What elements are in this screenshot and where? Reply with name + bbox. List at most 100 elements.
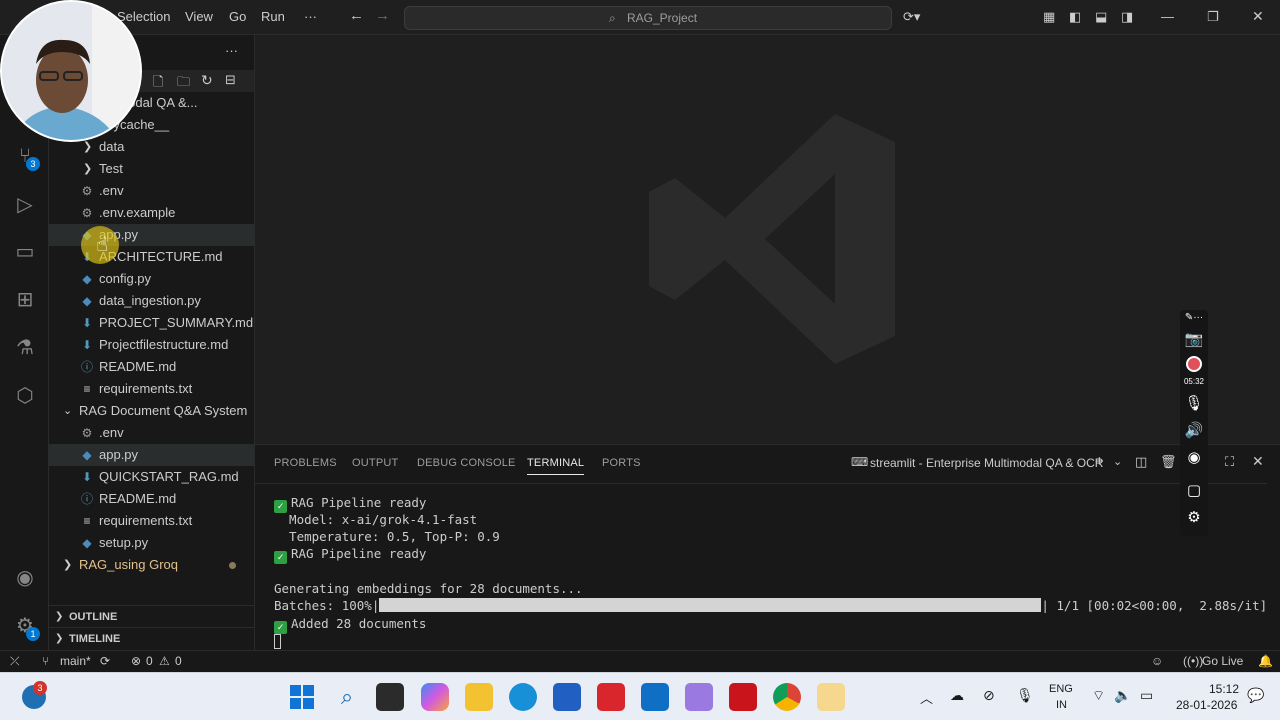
chevron-down-icon[interactable]: ⌄ <box>1113 455 1122 468</box>
copilot-icon[interactable]: ⟳▾ <box>903 9 920 25</box>
command-center-search[interactable]: ⌕ RAG_Project <box>404 6 892 30</box>
microphone-icon[interactable]: 🎙 <box>1180 394 1208 412</box>
tree-item[interactable]: ❯ RAG_using Groq <box>49 554 254 576</box>
tree-item[interactable]: ◆app.py <box>49 444 254 466</box>
tree-item[interactable]: ≡ requirements.txt <box>49 378 254 400</box>
tree-item[interactable]: ⚙ .env <box>49 422 254 444</box>
snipping-tool-icon[interactable] <box>817 683 845 711</box>
tree-item[interactable]: ⓘ README.md <box>49 488 254 510</box>
menu-more[interactable]: ··· <box>304 9 317 24</box>
tree-item[interactable]: ⬇ Projectfilestructure.md <box>49 334 254 356</box>
tree-item[interactable]: ⚙ .env.example <box>49 202 254 224</box>
tab-output[interactable]: OUTPUT <box>352 457 398 469</box>
tree-item[interactable]: ⚙ .env <box>49 180 254 202</box>
tree-item[interactable]: ⬇ QUICKSTART_RAG.md <box>49 466 254 488</box>
tree-item[interactable]: ◆ setup.py <box>49 532 254 554</box>
start-button[interactable] <box>288 683 316 711</box>
notification-center-icon[interactable]: 💬 <box>1247 687 1264 704</box>
menu-go[interactable]: Go <box>229 9 246 24</box>
back-arrow-icon[interactable]: ← <box>349 7 364 24</box>
git-branch-label[interactable]: main* <box>60 654 91 668</box>
timeline-section[interactable]: ❯ TIMELINE <box>49 627 254 649</box>
run-debug-icon[interactable]: ▷ <box>12 192 38 218</box>
tray-chevron-up-icon[interactable]: ︿ <box>920 688 933 707</box>
edge-browser-icon[interactable] <box>509 683 537 711</box>
toggle-primary-sidebar-icon[interactable]: ◧ <box>1069 9 1081 25</box>
onedrive-icon[interactable]: ☁ <box>950 687 964 704</box>
clock-time[interactable]: 15:12 <box>1209 682 1239 696</box>
customize-layout-icon[interactable]: ▦ <box>1043 9 1055 25</box>
microsoft-store-icon[interactable] <box>553 683 581 711</box>
language-top[interactable]: ENG <box>1049 683 1073 695</box>
warning-count[interactable]: 0 <box>175 654 182 668</box>
trash-icon[interactable]: 🗑 <box>1160 454 1177 470</box>
tree-item[interactable]: ◆app.py <box>49 224 254 246</box>
search-taskbar-icon[interactable]: ⌕ <box>333 683 361 711</box>
chrome-icon[interactable] <box>773 683 801 711</box>
minimize-icon[interactable]: — <box>1161 9 1174 24</box>
remote-explorer-icon[interactable]: ▭ <box>12 239 38 265</box>
copilot-taskbar-icon[interactable] <box>421 683 449 711</box>
tab-ports[interactable]: PORTS <box>602 457 641 469</box>
clock-date[interactable]: 28-01-2026 <box>1176 698 1237 712</box>
tree-item[interactable]: ◆ config.py <box>49 268 254 290</box>
tray-sync-off-icon[interactable]: ⊘ <box>983 687 995 704</box>
close-panel-icon[interactable]: ✕ <box>1252 453 1264 470</box>
outline-section[interactable]: ❯ OUTLINE <box>49 605 254 627</box>
file-explorer-icon[interactable] <box>465 683 493 711</box>
error-count[interactable]: 0 <box>146 654 153 668</box>
webcam-icon[interactable]: ◉ <box>1180 448 1208 466</box>
extensions-icon[interactable]: ⊞ <box>12 287 38 313</box>
editor-area[interactable] <box>255 35 1280 444</box>
split-terminal-icon[interactable]: ◫ <box>1135 454 1147 470</box>
terminal-name[interactable]: streamlit - Enterprise Multimodal QA & O… <box>870 456 1103 470</box>
explorer-more-button[interactable]: ··· <box>225 43 238 58</box>
forward-arrow-icon[interactable]: → <box>375 7 390 24</box>
language-bottom[interactable]: IN <box>1056 699 1067 711</box>
container-icon[interactable]: ⬡ <box>12 383 38 409</box>
maximize-panel-icon[interactable]: ⛶ <box>1225 454 1234 470</box>
menu-selection[interactable]: Selection <box>117 9 170 24</box>
task-view-icon[interactable] <box>376 683 404 711</box>
testing-icon[interactable]: ⚗ <box>12 335 38 361</box>
tray-mic-icon[interactable]: 🎙 <box>1016 687 1034 704</box>
go-live-label[interactable]: Go Live <box>1202 654 1243 668</box>
window-capture-icon[interactable]: ▢ <box>1180 481 1208 499</box>
record-button[interactable] <box>1180 356 1208 376</box>
menu-view[interactable]: View <box>185 9 213 24</box>
adobe-acrobat-icon[interactable] <box>729 683 757 711</box>
recorder-settings-icon[interactable]: ⚙ <box>1180 508 1208 526</box>
tree-item[interactable]: ◆ data_ingestion.py <box>49 290 254 312</box>
copilot-status-icon[interactable]: ☺ <box>1151 654 1163 668</box>
remote-indicator-icon[interactable]: ⤫ <box>10 654 20 669</box>
collapse-all-icon[interactable]: ⊟ <box>225 72 236 88</box>
tree-item[interactable]: ⬇ARCHITECTURE.md <box>49 246 254 268</box>
tab-terminal[interactable]: TERMINAL <box>527 457 585 475</box>
notifications-bell-icon[interactable]: 🔔 <box>1258 654 1273 668</box>
refresh-icon[interactable]: ↻ <box>201 72 213 89</box>
close-window-icon[interactable]: ✕ <box>1252 8 1264 25</box>
toggle-panel-icon[interactable]: ⬓ <box>1095 9 1107 25</box>
tree-item[interactable]: ⬇ PROJECT_SUMMARY.md <box>49 312 254 334</box>
recorder-menu-icon[interactable]: ✎··· <box>1180 312 1208 323</box>
tree-item[interactable]: ≡ requirements.txt <box>49 510 254 532</box>
wifi-icon[interactable]: ⌔ <box>1092 687 1105 705</box>
tree-item[interactable]: ⓘ README.md <box>49 356 254 378</box>
menu-run[interactable]: Run <box>261 9 285 24</box>
battery-icon[interactable]: ▭ <box>1140 687 1153 704</box>
tree-item[interactable]: ⌄ RAG Document Q&A System <box>49 400 254 422</box>
sync-icon[interactable]: ⟳ <box>100 654 110 668</box>
speaker-icon[interactable]: 🔊 <box>1180 421 1208 439</box>
photos-icon[interactable] <box>685 683 713 711</box>
camera-icon[interactable]: 📷 <box>1180 330 1208 348</box>
restore-icon[interactable]: ❐ <box>1207 9 1219 25</box>
accounts-icon[interactable]: ◉ <box>12 565 38 591</box>
new-terminal-icon[interactable]: + <box>1095 453 1104 470</box>
tab-debug-console[interactable]: DEBUG CONSOLE <box>417 457 516 469</box>
toggle-secondary-sidebar-icon[interactable]: ◨ <box>1121 9 1133 25</box>
vscode-taskbar-icon[interactable] <box>641 683 669 711</box>
tree-item[interactable]: ❯ Test <box>49 158 254 180</box>
volume-icon[interactable]: 🔈 <box>1114 687 1131 704</box>
wps-office-icon[interactable] <box>597 683 625 711</box>
tab-problems[interactable]: PROBLEMS <box>274 457 337 469</box>
